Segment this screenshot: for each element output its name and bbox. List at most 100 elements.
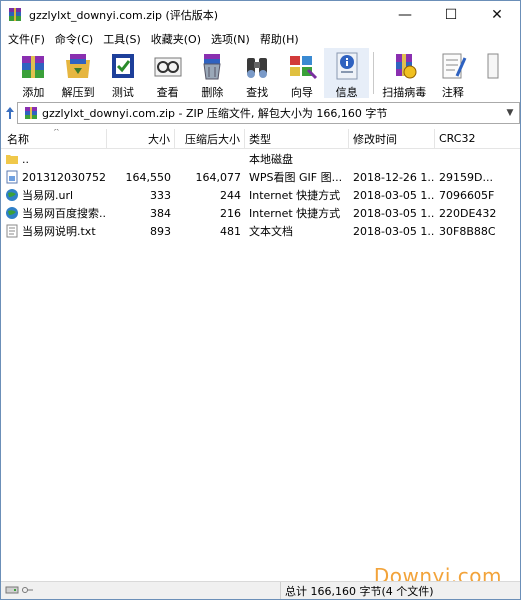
table-row[interactable]: 当易网说明.txt 893 481 文本文档 2018-03-05 1... 3… (1, 222, 520, 240)
column-header-type[interactable]: 类型 (245, 129, 349, 148)
file-modified: 2018-03-05 1... (353, 224, 435, 238)
virus-scan-icon (388, 50, 420, 82)
key-icon (22, 585, 34, 598)
menu-help[interactable]: 帮助(H) (255, 31, 304, 47)
archive-icon (24, 106, 38, 120)
file-type: Internet 快捷方式 (249, 189, 341, 202)
comment-label: 注释 (441, 86, 464, 98)
file-name: 当易网百度搜索.... (22, 207, 107, 220)
file-name: .. (22, 152, 29, 166)
menu-bar: 文件(F) 命令(C) 工具(S) 收藏夹(O) 选项(N) 帮助(H) (1, 29, 520, 48)
view-button[interactable]: 查看 (145, 48, 190, 98)
file-modified: 2018-12-26 1... (353, 170, 435, 184)
file-crc: 29159D... (439, 170, 493, 184)
wizard-button[interactable]: 向导 (280, 48, 325, 98)
column-header-modified[interactable]: 修改时间 (349, 129, 435, 148)
file-list: .. 本地磁盘 201312030752... 164,550 164,077 … (1, 150, 520, 240)
file-packed-size: 244 (220, 188, 241, 202)
file-type: 文本文档 (249, 225, 293, 238)
more-tools-button[interactable] (475, 48, 520, 98)
winrar-app-icon (7, 7, 23, 23)
column-header-name-label: 名称 (7, 132, 29, 146)
file-modified: 2018-03-05 1... (353, 206, 435, 220)
file-size (107, 150, 175, 168)
sfx-icon (482, 50, 514, 82)
file-type: Internet 快捷方式 (249, 207, 341, 220)
extract-to-label: 解压到 (61, 86, 95, 98)
test-label: 测试 (111, 86, 134, 98)
status-left-pane (1, 581, 281, 599)
image-file-icon (5, 170, 19, 184)
file-crc: 7096605F (439, 188, 495, 202)
column-header-packed[interactable]: 压缩后大小 (175, 129, 245, 148)
comment-button[interactable]: 注释 (431, 48, 476, 98)
internet-shortcut-icon (5, 188, 19, 202)
sort-ascending-icon: ^ (53, 129, 60, 136)
folder-up-icon (5, 152, 19, 166)
column-header-name[interactable]: ^ 名称 (1, 129, 107, 148)
file-crc: 220DE432 (439, 206, 497, 220)
file-packed-size (175, 150, 245, 168)
file-size: 384 (150, 206, 171, 220)
file-size: 333 (150, 188, 171, 202)
file-crc (435, 150, 520, 168)
menu-tools[interactable]: 工具(S) (98, 31, 146, 47)
arrow-up-icon (6, 107, 14, 119)
find-icon (241, 50, 273, 82)
up-folder-button[interactable] (4, 105, 16, 121)
minimize-button[interactable]: — (382, 1, 428, 29)
file-list-header: ^ 名称 大小 压缩后大小 类型 修改时间 CRC32 (1, 129, 520, 149)
wizard-label: 向导 (290, 86, 313, 98)
info-button[interactable]: 信息 (324, 48, 369, 98)
extract-to-button[interactable]: 解压到 (56, 48, 101, 98)
view-label: 查看 (156, 86, 179, 98)
internet-shortcut-icon (5, 206, 19, 220)
table-row[interactable]: 201312030752... 164,550 164,077 WPS看图 GI… (1, 168, 520, 186)
file-modified: 2018-03-05 1... (353, 188, 435, 202)
add-button[interactable]: 添加 (11, 48, 56, 98)
file-packed-size: 481 (220, 224, 241, 238)
maximize-button[interactable]: ☐ (428, 1, 474, 29)
winrar-window: gzzlylxt_downyi.com.zip (评估版本) — ☐ ✕ 文件(… (0, 0, 521, 600)
chevron-down-icon[interactable]: ▼ (501, 108, 519, 118)
delete-label: 删除 (201, 86, 224, 98)
title-bar[interactable]: gzzlylxt_downyi.com.zip (评估版本) — ☐ ✕ (1, 1, 520, 29)
menu-commands[interactable]: 命令(C) (50, 31, 98, 47)
menu-options[interactable]: 选项(N) (206, 31, 255, 47)
table-row[interactable]: 当易网百度搜索.... 384 216 Internet 快捷方式 2018-0… (1, 204, 520, 222)
info-icon (331, 50, 363, 82)
menu-file[interactable]: 文件(F) (3, 31, 50, 47)
virus-scan-button[interactable]: 扫描病毒 (378, 48, 431, 98)
file-name: 当易网说明.txt (22, 225, 96, 238)
add-label: 添加 (22, 86, 45, 98)
file-crc: 30F8B88C (439, 224, 496, 238)
address-text: gzzlylxt_downyi.com.zip - ZIP 压缩文件, 解包大小… (42, 107, 388, 120)
file-modified (349, 150, 435, 168)
window-title: gzzlylxt_downyi.com.zip (评估版本) (29, 9, 219, 22)
file-packed-size: 164,077 (195, 170, 242, 184)
view-icon (152, 50, 184, 82)
file-name: 当易网.url (22, 189, 74, 202)
delete-icon (196, 50, 228, 82)
test-button[interactable]: 测试 (101, 48, 146, 98)
file-size: 893 (150, 224, 171, 238)
file-type: WPS看图 GIF 图... (249, 171, 343, 184)
drive-icon (5, 585, 19, 598)
virus-scan-label: 扫描病毒 (382, 86, 427, 98)
address-bar[interactable]: gzzlylxt_downyi.com.zip - ZIP 压缩文件, 解包大小… (17, 102, 520, 124)
column-header-size[interactable]: 大小 (107, 129, 175, 148)
find-label: 查找 (246, 86, 269, 98)
table-row[interactable]: 当易网.url 333 244 Internet 快捷方式 2018-03-05… (1, 186, 520, 204)
column-header-crc[interactable]: CRC32 (435, 129, 520, 148)
extract-to-icon (62, 50, 94, 82)
menu-favorites[interactable]: 收藏夹(O) (146, 31, 206, 47)
toolbar: 添加 解压到 测试 查看 删除 查找 向导 信息 扫描病毒 注释 (1, 48, 520, 98)
comment-icon (437, 50, 469, 82)
file-packed-size: 216 (220, 206, 241, 220)
delete-button[interactable]: 删除 (190, 48, 235, 98)
table-row[interactable]: .. 本地磁盘 (1, 150, 520, 168)
toolbar-separator (373, 52, 374, 94)
find-button[interactable]: 查找 (235, 48, 280, 98)
close-button[interactable]: ✕ (474, 1, 520, 29)
status-summary: 总计 166,160 字节(4 个文件) (285, 585, 434, 598)
